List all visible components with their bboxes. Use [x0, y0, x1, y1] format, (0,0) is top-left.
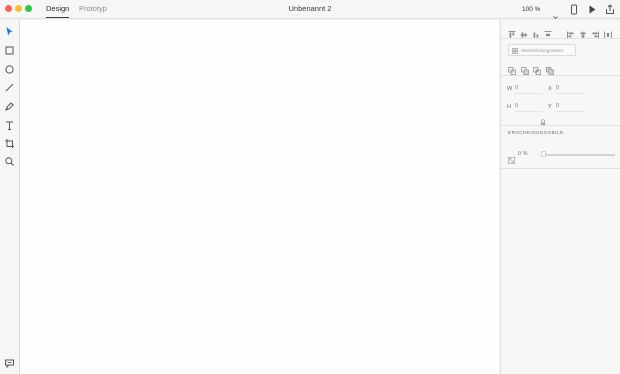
title-bar: Design Prototyp Unbenannt 2 100 %: [0, 0, 620, 19]
rectangle-icon[interactable]: [4, 45, 15, 56]
share-icon[interactable]: [605, 4, 615, 15]
opacity-icon: [508, 151, 515, 164]
x-label: X: [548, 86, 552, 92]
select-icon[interactable]: [4, 26, 15, 37]
tool-bar: [0, 20, 20, 374]
line-icon[interactable]: [4, 82, 15, 93]
close-window-button[interactable]: [5, 5, 12, 12]
opacity-field[interactable]: 0 %: [518, 151, 527, 157]
distribute-vertical-icon[interactable]: [544, 26, 552, 39]
align-middle-icon[interactable]: [520, 26, 528, 38]
device-preview-icon[interactable]: [569, 4, 579, 15]
width-label: W: [507, 86, 513, 92]
opacity-slider-thumb[interactable]: [541, 151, 546, 157]
repeat-grid-button[interactable]: Wiederholungsraster: [508, 44, 576, 56]
divider: [501, 168, 620, 169]
distribute-horizontal-icon[interactable]: [604, 26, 612, 39]
boolean-intersect-icon[interactable]: [533, 62, 541, 75]
aspect-lock-icon[interactable]: [540, 114, 546, 127]
tab-design[interactable]: Design: [46, 4, 70, 18]
align-top-icon[interactable]: [508, 26, 516, 38]
design-canvas[interactable]: [20, 20, 499, 374]
pen-icon[interactable]: [4, 101, 15, 112]
boolean-add-icon[interactable]: [508, 62, 516, 75]
align-center-icon[interactable]: [579, 26, 587, 39]
width-field[interactable]: 0: [515, 85, 543, 94]
repeat-grid-label: Wiederholungsraster: [521, 47, 564, 53]
divider: [501, 125, 620, 126]
y-label: Y: [548, 104, 552, 110]
play-icon[interactable]: [587, 4, 597, 15]
artboard-icon[interactable]: [4, 138, 15, 149]
divider: [501, 38, 620, 39]
text-icon[interactable]: [4, 120, 15, 131]
align-right-icon[interactable]: [591, 26, 599, 39]
boolean-exclude-icon[interactable]: [546, 62, 554, 75]
comments-icon[interactable]: [4, 358, 15, 369]
divider: [501, 75, 620, 76]
x-field[interactable]: 0: [556, 85, 584, 94]
align-left-icon[interactable]: [567, 26, 575, 39]
property-inspector: Wiederholungsraster W 0 X 0 H 0 Y 0 ERSC…: [500, 20, 620, 374]
maximize-window-button[interactable]: [25, 5, 32, 12]
ellipse-icon[interactable]: [4, 64, 15, 75]
y-field[interactable]: 0: [556, 103, 584, 112]
zoom-icon[interactable]: [4, 156, 15, 167]
align-bottom-icon[interactable]: [532, 26, 540, 39]
minimize-window-button[interactable]: [15, 5, 22, 12]
opacity-slider[interactable]: [545, 154, 615, 156]
chevron-down-icon: [553, 7, 559, 19]
height-field[interactable]: 0: [515, 103, 543, 112]
height-label: H: [507, 104, 511, 110]
tab-prototype[interactable]: Prototyp: [79, 4, 107, 14]
zoom-dropdown[interactable]: 100 %: [522, 3, 559, 19]
repeat-grid-icon: [512, 41, 518, 59]
boolean-subtract-icon[interactable]: [521, 62, 529, 75]
appearance-section-title: ERSCHEINUNGSBILD: [508, 131, 564, 136]
zoom-value: 100 %: [522, 5, 541, 13]
